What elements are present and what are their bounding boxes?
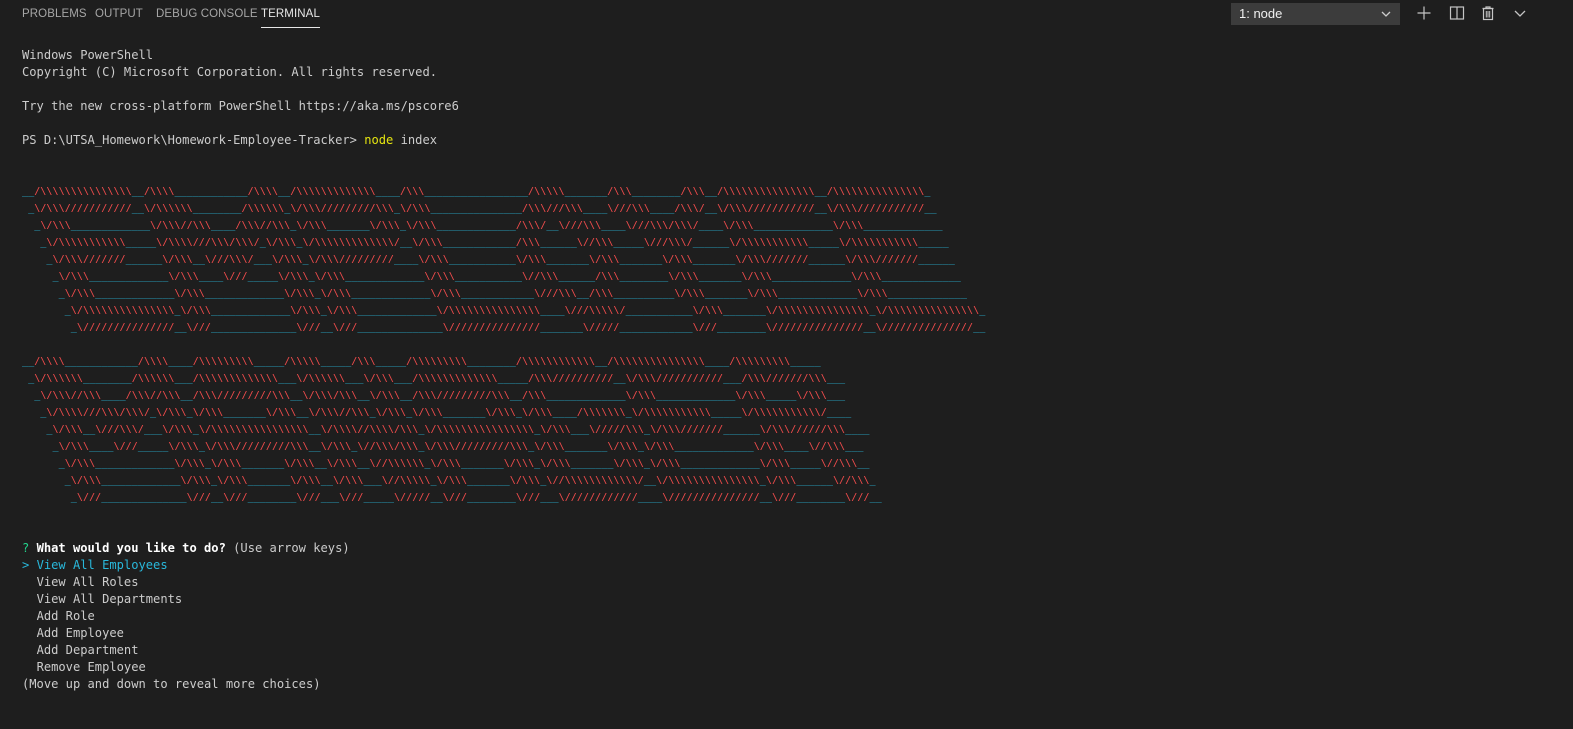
ascii-art-line: _\///////////////__\///______________\//… <box>70 322 986 333</box>
choice-label: Remove Employee <box>36 660 146 674</box>
trash-icon[interactable] <box>1480 5 1496 21</box>
plus-icon[interactable] <box>1416 5 1432 21</box>
menu-choice[interactable]: View All Departments <box>22 591 1573 608</box>
terminal-instance-select[interactable]: 1: node <box>1231 3 1400 25</box>
chevron-down-icon[interactable] <box>1512 5 1528 21</box>
prompt-question: ? What would you like to do? (Use arrow … <box>22 540 1573 557</box>
shell-prompt: PS D:\UTSA_Homework\Homework-Employee-Tr… <box>22 133 365 147</box>
ascii-art-line: __/\\\\____________/\\\\____/\\\\\\\\\__… <box>22 356 821 367</box>
terminal-line: Copyright (C) Microsoft Corporation. All… <box>22 65 438 79</box>
ascii-art-line: _\/\\\\\\________/\\\\\\___/\\\\\\\\\\\\… <box>28 373 846 384</box>
ascii-banner-employee: __/\\\\\\\\\\\\\\\__/\\\\____________/\\… <box>22 183 1573 336</box>
terminal-line: Windows PowerShell <box>22 48 154 62</box>
pointer-icon: > <box>22 558 30 572</box>
ascii-art-line: _\/\\\__\///\\\/___\/\\\_\/\\\\\\\\\\\\\… <box>46 424 870 435</box>
menu-choice-selected[interactable]: > View All Employees <box>22 557 1573 574</box>
ascii-art-line: _\/\\\____\///_____\/\\\_\/\\\/////////\… <box>52 441 864 452</box>
ascii-art-line: _\/\\\_____________\/\\\_____________\/\… <box>58 288 967 299</box>
tab-output[interactable]: OUTPUT <box>95 8 143 20</box>
choice-label: View All Departments <box>36 592 183 606</box>
choice-label: Add Role <box>36 609 95 623</box>
panel-tab-bar: PROBLEMS OUTPUT DEBUG CONSOLE TERMINAL 1… <box>0 0 1573 32</box>
choice-label: View All Employees <box>36 558 168 572</box>
chevron-down-icon <box>1381 11 1391 17</box>
tab-terminal-label: TERMINAL <box>261 8 320 20</box>
ascii-art-line: _\/\\\//\\\____/\\\//\\\__/\\\/////////\… <box>34 390 846 401</box>
tab-terminal[interactable]: TERMINAL <box>261 8 320 28</box>
ascii-art-line: _\/\\\///////______\/\\\__\///\\\/___\/\… <box>46 254 955 265</box>
menu-choice[interactable]: View All Roles <box>22 574 1573 591</box>
ascii-art-line: _\/\\\_____________\/\\\//\\\____/\\\//\… <box>34 220 943 231</box>
menu-choice[interactable]: Add Employee <box>22 625 1573 642</box>
question-text: What would you like to do? <box>36 541 226 555</box>
terminal-select-value: 1: node <box>1239 6 1283 21</box>
menu-choice[interactable]: Remove Employee <box>22 659 1573 676</box>
terminal-panel: PROBLEMS OUTPUT DEBUG CONSOLE TERMINAL 1… <box>0 0 1573 729</box>
ascii-art-line: __/\\\\\\\\\\\\\\\__/\\\\____________/\\… <box>22 186 931 197</box>
ascii-art-line: _\///______________\///__\///________\//… <box>70 492 882 503</box>
choice-label: Add Department <box>36 643 139 657</box>
ascii-art-line: _\/\\\_____________\/\\\_\/\\\_______\/\… <box>58 458 870 469</box>
choice-label: Add Employee <box>36 626 124 640</box>
ascii-art-line: _\/\\\\\\\\\\\\\\\_\/\\\_____________\/\… <box>64 305 986 316</box>
split-terminal-icon[interactable] <box>1449 5 1465 21</box>
menu-choice[interactable]: Add Role <box>22 608 1573 625</box>
menu-choice[interactable]: Add Department <box>22 642 1573 659</box>
tab-problems[interactable]: PROBLEMS <box>22 8 87 20</box>
terminal-line: Try the new cross-platform PowerShell ht… <box>22 99 459 113</box>
question-hint: (Use arrow keys) <box>225 541 350 555</box>
ascii-art-line: _\/\\\\///\\\/\\\/_\/\\\_\/\\\_______\/\… <box>40 407 852 418</box>
active-tab-indicator <box>261 27 320 28</box>
ascii-banner-manager: __/\\\\____________/\\\\____/\\\\\\\\\__… <box>22 353 1573 506</box>
terminal-output[interactable]: Windows PowerShell Copyright (C) Microso… <box>22 47 1573 729</box>
command-args: index <box>393 133 438 147</box>
command-line: PS D:\UTSA_Homework\Homework-Employee-Tr… <box>22 132 1573 149</box>
choice-label: View All Roles <box>36 575 139 589</box>
tab-debug-console[interactable]: DEBUG CONSOLE <box>156 8 258 20</box>
question-mark-icon: ? <box>22 541 30 555</box>
ascii-art-line: _\/\\\///////////__\/\\\\\\________/\\\\… <box>28 203 937 214</box>
ascii-art-line: _\/\\\\\\\\\\\_____\/\\\\///\\\/\\\/_\/\… <box>40 237 949 248</box>
command-name: node <box>364 133 394 147</box>
prompt-footer: (Move up and down to reveal more choices… <box>22 677 321 691</box>
ascii-art-line: _\/\\\_____________\/\\\____\///_____\/\… <box>52 271 961 282</box>
ascii-art-line: _\/\\\_____________\/\\\_\/\\\_______\/\… <box>64 475 876 486</box>
